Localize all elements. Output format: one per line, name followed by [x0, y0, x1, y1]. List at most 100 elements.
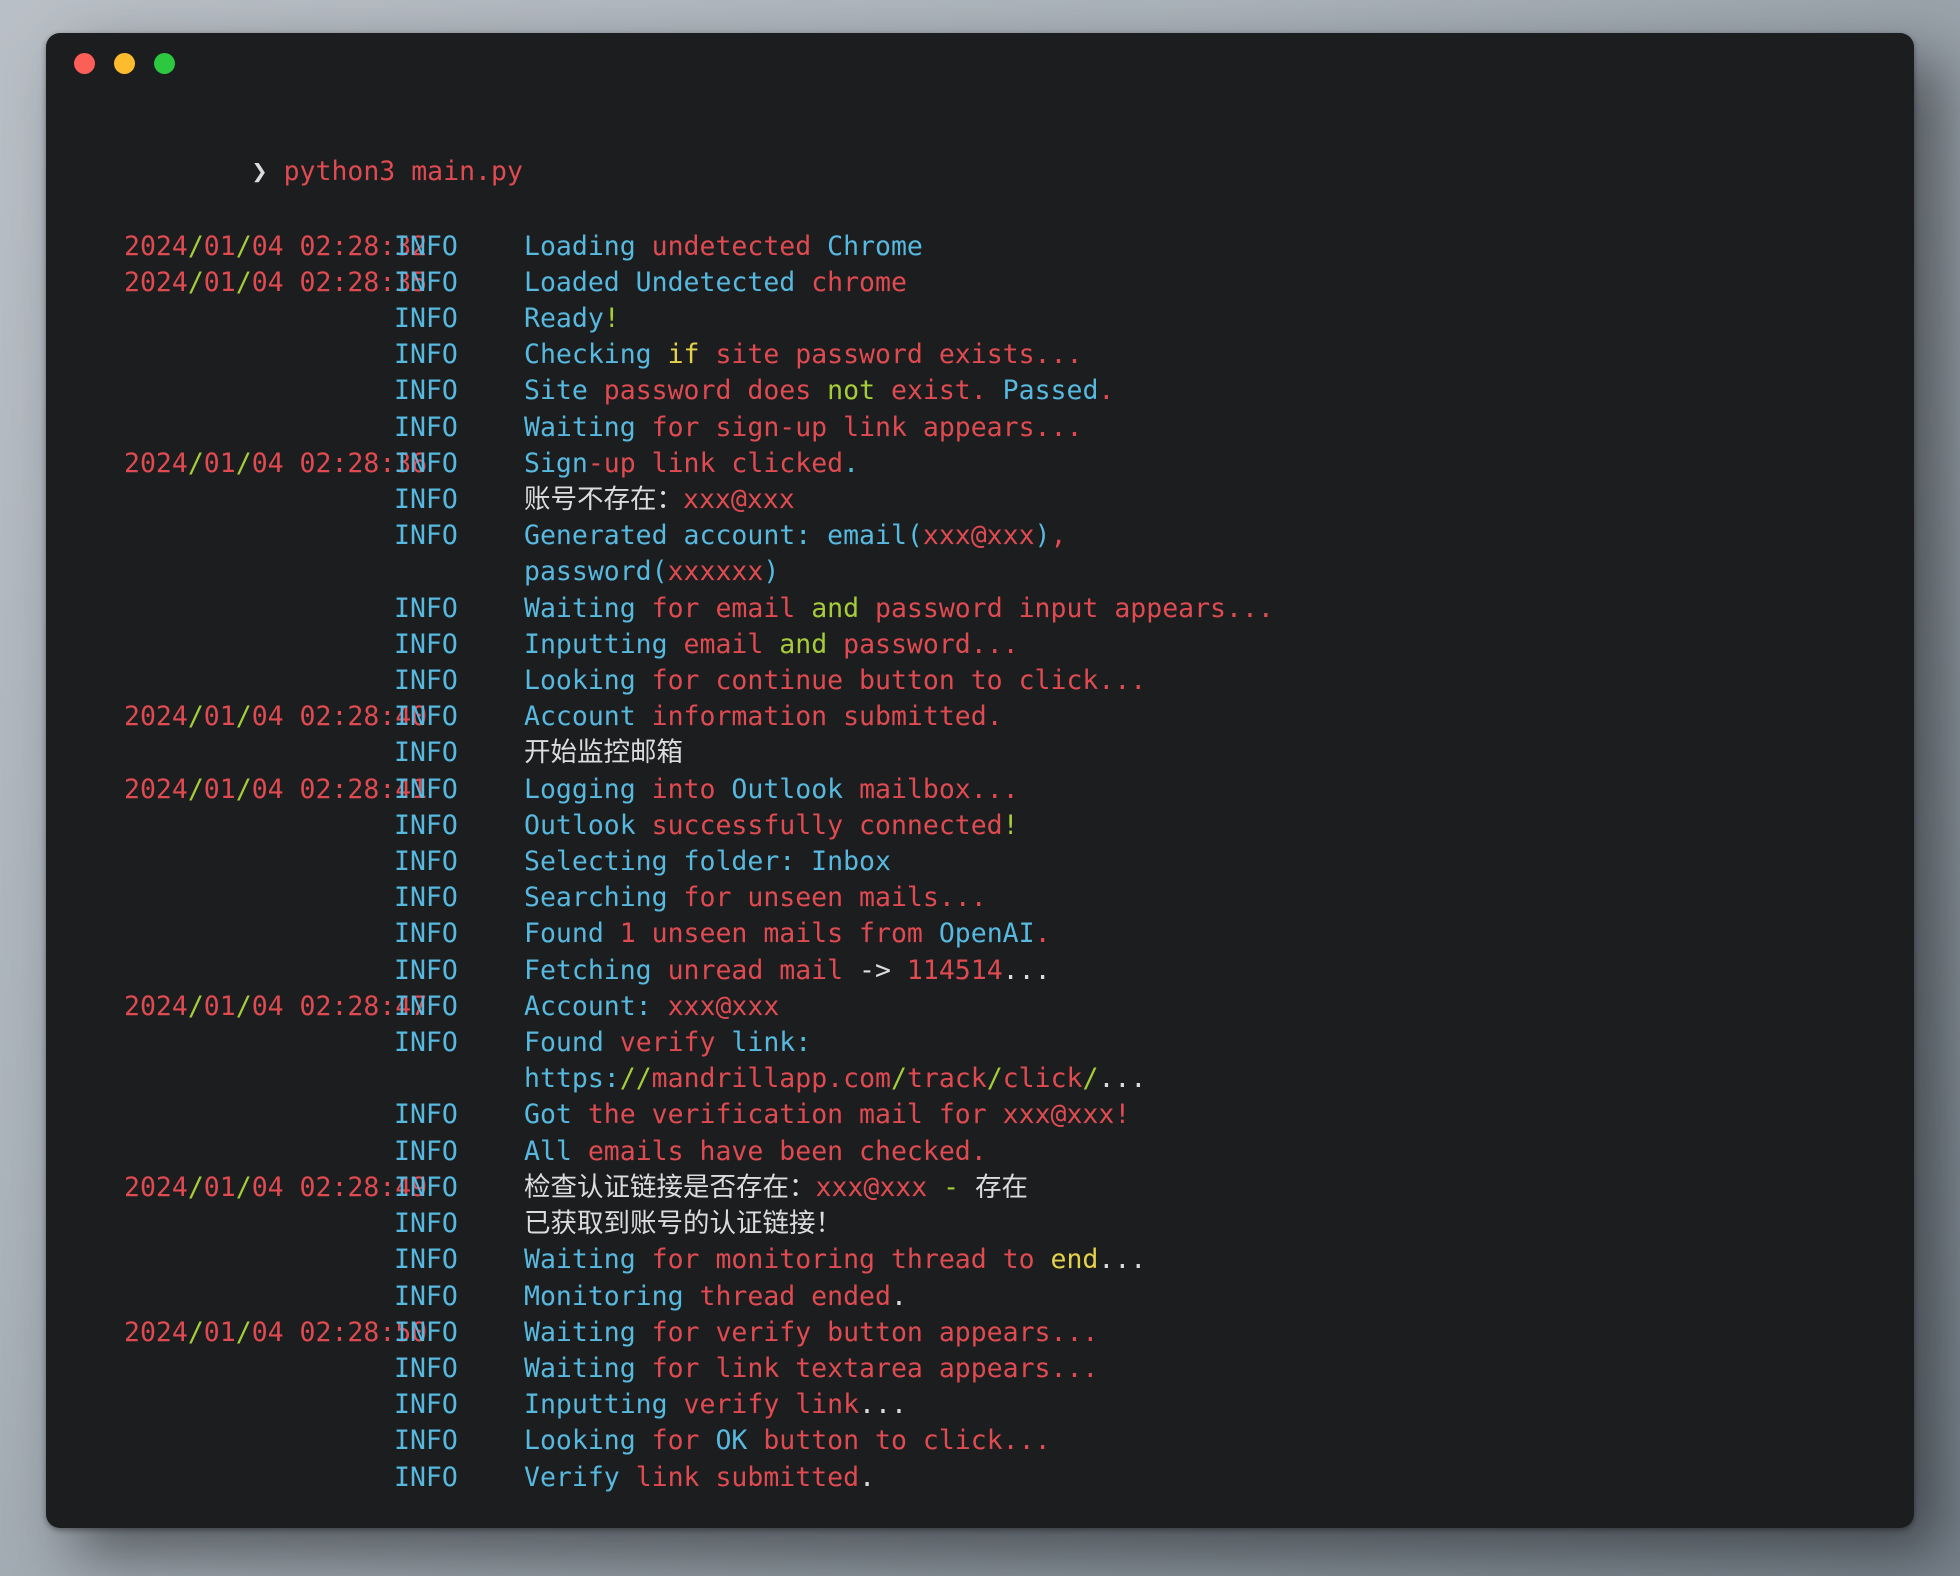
- log-message: https://mandrillapp.com/track/click/...: [524, 1063, 1146, 1094]
- log-line: https://mandrillapp.com/track/click/...: [124, 1061, 1914, 1097]
- log-token: Account:: [524, 990, 668, 1022]
- log-line: INFO Waiting for monitoring thread to end…: [124, 1242, 1914, 1278]
- log-level-badge: INFO: [394, 1316, 458, 1348]
- log-timestamp: 2024/01/04 02:28:35: [124, 266, 428, 298]
- log-token: 检查认证链接是否存在：: [524, 1171, 816, 1203]
- log-token: mandrillapp.com: [651, 1063, 891, 1095]
- log-message: Checking if site password exists...: [524, 339, 1082, 370]
- log-line: INFO Checking if site password exists...: [124, 337, 1914, 373]
- log-token: xxx@xxx: [667, 990, 780, 1022]
- log-token: Generated account: email(: [524, 520, 923, 552]
- log-token: verify link: [683, 1389, 860, 1421]
- log-token: .: [890, 1280, 907, 1312]
- log-message: Inputting verify link...: [524, 1389, 907, 1420]
- log-timestamp: 2024/01/04 02:28:47: [124, 990, 428, 1022]
- log-token: undetected: [651, 230, 828, 262]
- log-level-badge: INFO: [394, 737, 458, 769]
- maximize-window-button[interactable]: [154, 52, 175, 74]
- terminal-output[interactable]: ❯ python3 main.py 2024/01/04 02:28:32INF…: [46, 93, 1914, 1528]
- log-token: Waiting: [524, 411, 652, 443]
- log-token: Waiting: [524, 1244, 652, 1276]
- log-token: 账号不存在：: [524, 484, 683, 516]
- log-line: INFO Got the verification mail for xxx@xx…: [124, 1097, 1914, 1133]
- log-token: Inputting: [524, 1389, 684, 1421]
- log-timestamp: 2024/01/04 02:28:50: [124, 1316, 428, 1348]
- log-level-badge: INFO: [394, 1244, 458, 1276]
- log-line: 2024/01/04 02:28:35INFO Loaded Undetected…: [124, 265, 1914, 301]
- log-token: for unseen mails...: [683, 882, 987, 914]
- log-token: link submitted: [635, 1461, 860, 1493]
- log-message: Account: xxx@xxx: [524, 991, 779, 1022]
- log-token: mailbox...: [859, 773, 1019, 805]
- log-level-badge: INFO: [394, 411, 458, 443]
- log-level-badge: INFO: [394, 918, 458, 950]
- log-token: for sign-up link appears...: [651, 411, 1083, 443]
- log-level-badge: INFO: [394, 447, 458, 479]
- window-titlebar[interactable]: [46, 33, 1914, 93]
- log-token: 1 unseen mails from: [619, 918, 939, 950]
- log-timestamp: 2024/01/04 02:28:41: [124, 773, 428, 805]
- log-token: 114514: [906, 954, 1003, 986]
- log-message: All emails have been checked.: [524, 1136, 987, 1167]
- log-line: INFO Found 1 unseen mails from OpenAI.: [124, 916, 1914, 952]
- log-level-badge: INFO: [394, 1280, 458, 1312]
- log-token: ...: [1002, 954, 1051, 986]
- log-level-badge: INFO: [394, 665, 458, 697]
- log-token: for verify button appears...: [651, 1316, 1099, 1348]
- log-token: ...: [859, 1389, 907, 1421]
- log-line: INFO All emails have been checked.: [124, 1134, 1914, 1170]
- log-line: 2024/01/04 02:28:32INFO Loading undetecte…: [124, 229, 1914, 265]
- log-line: 2024/01/04 02:28:50INFO Waiting for verif…: [124, 1315, 1914, 1351]
- log-token: ...: [1098, 1063, 1147, 1095]
- log-line: 2024/01/04 02:28:49INFO 检查认证链接是否存在：xxx@xx…: [124, 1170, 1914, 1206]
- log-token: ,: [1050, 520, 1067, 552]
- log-token: Looking: [524, 665, 652, 697]
- log-level-badge: INFO: [394, 701, 458, 733]
- log-level-badge: INFO: [394, 1461, 458, 1493]
- log-line: 2024/01/04 02:28:41INFO Logging into Outl…: [124, 772, 1914, 808]
- log-line: INFO Looking for continue button to click…: [124, 663, 1914, 699]
- close-window-button[interactable]: [74, 52, 95, 74]
- log-token: link:: [731, 1027, 812, 1059]
- log-message: 账号不存在：xxx@xxx: [524, 484, 795, 515]
- log-level-badge: INFO: [394, 628, 458, 660]
- log-token: emails have been checked.: [587, 1135, 987, 1167]
- log-line: INFO Monitoring thread ended.: [124, 1279, 1914, 1315]
- log-token: /: [1082, 1063, 1099, 1095]
- desktop-background: ❯ python3 main.py 2024/01/04 02:28:32INF…: [0, 0, 1960, 1576]
- log-token: -: [943, 1171, 976, 1203]
- log-line: INFO Ready!: [124, 301, 1914, 337]
- log-level-badge: INFO: [394, 1352, 458, 1384]
- log-token: Loaded Undetected: [524, 266, 812, 298]
- log-token: https:: [524, 1063, 620, 1095]
- log-token: 存在: [975, 1171, 1029, 1203]
- log-message: Ready!: [524, 303, 620, 334]
- log-token: information submitted.: [651, 701, 1003, 733]
- log-token: Sign: [524, 447, 588, 479]
- log-line: 2024/01/04 02:28:47INFO Account: xxx@xxx: [124, 989, 1914, 1025]
- log-message: Site password does not exist. Passed.: [524, 375, 1114, 406]
- log-token: the verification mail for: [587, 1099, 1003, 1131]
- log-token: Checking: [524, 339, 668, 371]
- log-line: INFO Selecting folder: Inbox: [124, 844, 1914, 880]
- log-token: Found: [524, 1027, 620, 1059]
- log-timestamp: 2024/01/04 02:28:40: [124, 701, 428, 733]
- minimize-window-button[interactable]: [114, 52, 135, 74]
- log-token: !: [1114, 1099, 1131, 1131]
- log-line: INFO Inputting verify link...: [124, 1387, 1914, 1423]
- log-line-list: 2024/01/04 02:28:32INFO Loading undetecte…: [124, 229, 1914, 1496]
- log-token: xxx@xxx: [922, 520, 1035, 552]
- log-token: OK: [715, 1425, 764, 1457]
- log-token: xxx@xxx: [683, 484, 795, 516]
- log-line: password(xxxxxx): [124, 554, 1914, 590]
- log-token: 开始监控邮箱: [524, 737, 683, 769]
- log-message: Loading undetected Chrome: [524, 231, 923, 262]
- log-token: All: [524, 1135, 588, 1167]
- log-token: .: [1034, 918, 1051, 950]
- log-token: and: [779, 628, 844, 660]
- log-message: 开始监控邮箱: [524, 737, 683, 768]
- log-token: ->: [859, 954, 907, 986]
- log-message: Found verify link:: [524, 1027, 811, 1058]
- log-token: ...: [1098, 1244, 1147, 1276]
- log-token: //: [619, 1063, 652, 1095]
